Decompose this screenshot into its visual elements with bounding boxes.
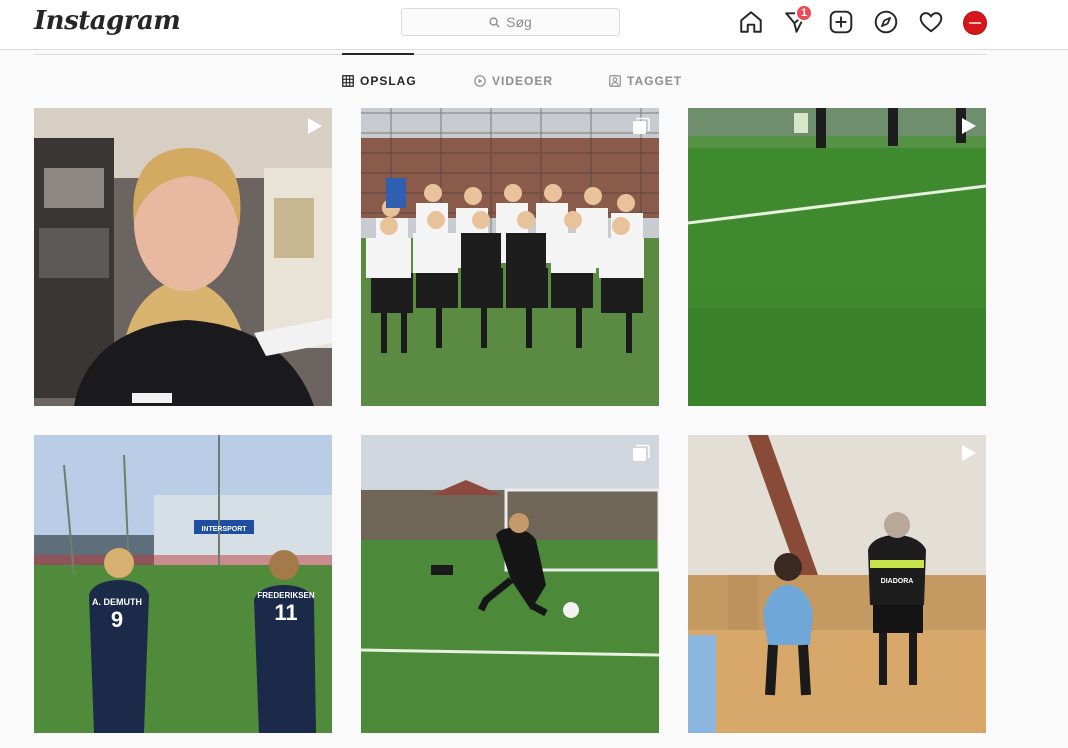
tab-tagget[interactable]: TAGGET: [609, 74, 682, 88]
profile-divider: [34, 54, 987, 55]
post-thumbnail-5[interactable]: [361, 435, 659, 733]
play-icon: [962, 445, 976, 461]
play-icon: [308, 118, 322, 134]
explore-icon: [874, 10, 898, 34]
top-navigation-bar: Instagram Søg 1: [0, 0, 1068, 50]
instagram-logo[interactable]: Instagram: [34, 6, 181, 36]
jersey-number-11: 11: [274, 600, 297, 625]
home-button[interactable]: [738, 9, 764, 35]
carousel-icon: [633, 117, 650, 134]
grid-icon: [342, 75, 354, 87]
post-image-indoor-hall: DIADORA: [688, 435, 986, 733]
tab-label: TAGGET: [627, 74, 683, 88]
post-thumbnail-1[interactable]: [34, 108, 332, 406]
post-image-training-field: [688, 108, 986, 406]
notification-badge: 1: [795, 4, 813, 22]
tab-videoer[interactable]: VIDEOER: [474, 74, 553, 88]
shirt-text-diadora: DIADORA: [881, 578, 914, 585]
profile-avatar[interactable]: [963, 11, 987, 35]
direct-messages-button[interactable]: 1: [783, 4, 813, 35]
tab-label: OPSLAG: [360, 74, 417, 88]
tab-label: VIDEOER: [492, 74, 554, 88]
carousel-icon: [633, 444, 650, 461]
search-placeholder: Søg: [506, 14, 532, 30]
activity-heart-icon: [919, 12, 943, 33]
jersey-name-demuth: A. DEMUTH: [92, 597, 142, 607]
search-input[interactable]: Søg: [401, 8, 620, 36]
tagged-user-icon: [609, 75, 621, 87]
banner-intersport: INTERSPORT: [201, 526, 247, 533]
new-post-button[interactable]: [828, 9, 854, 35]
jersey-number-9: 9: [111, 607, 123, 632]
search-icon: [489, 16, 500, 28]
active-tab-indicator: [342, 53, 414, 55]
post-image-team-photo: [361, 108, 659, 406]
play-circle-icon: [474, 75, 486, 87]
new-post-icon: [829, 10, 853, 34]
profile-tabs: OPSLAG VIDEOER TAGGET: [0, 74, 1068, 92]
post-image-two-players: 9 A. DEMUTH 11 FREDERIKSEN INTERSPORT: [34, 435, 332, 733]
activity-button[interactable]: [918, 9, 944, 35]
home-icon: [740, 11, 762, 33]
tab-opslag[interactable]: OPSLAG: [342, 74, 417, 88]
jersey-name-frederiksen: FREDERIKSEN: [257, 591, 315, 600]
post-thumbnail-2[interactable]: [361, 108, 659, 406]
post-image-girl-talking: [34, 108, 332, 406]
explore-button[interactable]: [873, 9, 899, 35]
post-thumbnail-3[interactable]: [688, 108, 986, 406]
post-thumbnail-6[interactable]: DIADORA: [688, 435, 986, 733]
post-thumbnail-4[interactable]: 9 A. DEMUTH 11 FREDERIKSEN INTERSPORT: [34, 435, 332, 733]
post-image-player-kicking: [361, 435, 659, 733]
play-icon: [962, 118, 976, 134]
